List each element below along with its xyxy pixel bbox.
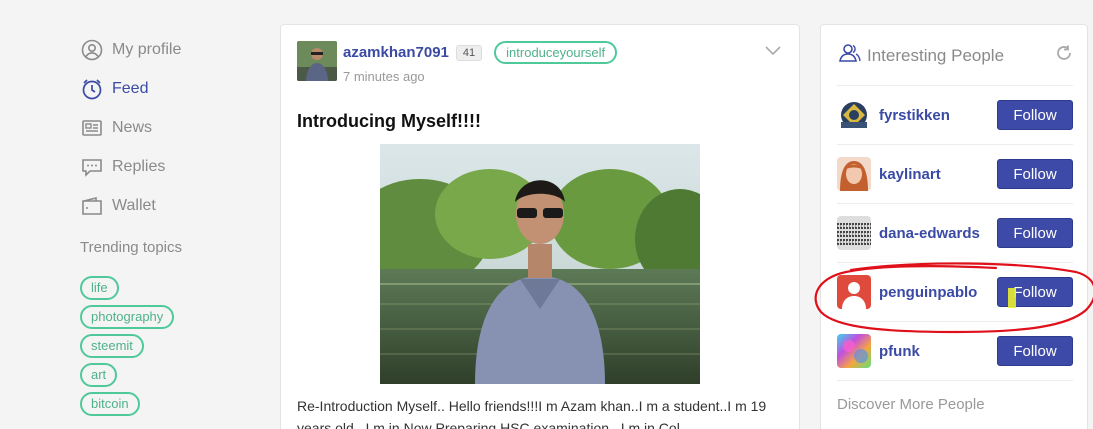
left-nav: My profile Feed News Replies Wallet Tren… [80, 30, 260, 416]
nav-item-feed[interactable]: Feed [80, 69, 260, 108]
trending-tags: life photography steemit art bitcoin [80, 276, 260, 416]
post-body: Re-Introduction Myself.. Hello friends!!… [297, 398, 767, 429]
divider [837, 144, 1073, 145]
tag-link[interactable]: steemit [80, 334, 144, 358]
avatar[interactable] [837, 216, 871, 250]
person-name[interactable]: dana-edwards [879, 225, 980, 242]
person-name[interactable]: kaylinart [879, 166, 941, 183]
avatar[interactable] [837, 157, 871, 191]
newspaper-icon [80, 116, 104, 140]
refresh-icon[interactable] [1055, 44, 1073, 67]
interesting-people-panel: Interesting People fyrstikken Follow kay… [820, 24, 1088, 429]
post-header: azamkhan7091 41 introduceyourself 7 minu… [297, 41, 618, 84]
wallet-icon [80, 194, 104, 218]
avatar[interactable] [837, 98, 871, 132]
tag-link[interactable]: life [80, 276, 119, 300]
trending-topics-heading: Trending topics [80, 239, 182, 256]
person-row: pfunk Follow [837, 331, 1073, 371]
person-row: dana-edwards Follow [837, 213, 1073, 253]
nav-label: My profile [112, 40, 182, 58]
person-row: penguinpablo Follow [837, 272, 1073, 312]
nav-label: Wallet [112, 196, 156, 214]
post-meta: azamkhan7091 41 introduceyourself 7 minu… [343, 41, 618, 84]
nav-label: Feed [112, 79, 149, 97]
clock-icon [80, 77, 104, 101]
nav-item-wallet[interactable]: Wallet [80, 186, 260, 225]
chat-bubble-icon [80, 155, 104, 179]
divider [837, 85, 1073, 86]
tag-link[interactable]: photography [80, 305, 175, 329]
divider [837, 203, 1073, 204]
avatar[interactable] [837, 334, 871, 368]
divider [837, 380, 1073, 381]
post-time: 7 minutes ago [343, 69, 425, 84]
follow-button[interactable]: Follow [997, 336, 1073, 366]
person-row: fyrstikken Follow [837, 95, 1073, 135]
person-name[interactable]: pfunk [879, 343, 920, 360]
panel-title: Interesting People [867, 45, 1005, 65]
nav-item-news[interactable]: News [80, 108, 260, 147]
page: My profile Feed News Replies Wallet Tren… [0, 0, 1093, 429]
reputation-badge: 41 [455, 44, 483, 61]
divider [837, 321, 1073, 322]
tag-link[interactable]: art [80, 363, 118, 387]
person-row: kaylinart Follow [837, 154, 1073, 194]
divider [837, 262, 1073, 263]
author-name[interactable]: azamkhan7091 [343, 44, 449, 61]
nav-item-replies[interactable]: Replies [80, 147, 260, 186]
follow-button[interactable]: Follow [997, 100, 1073, 130]
discover-more-link[interactable]: Discover More People [837, 396, 985, 413]
author-avatar[interactable] [297, 41, 337, 81]
person-name[interactable]: fyrstikken [879, 107, 950, 124]
people-icon [839, 43, 861, 68]
nav-label: Replies [112, 157, 166, 175]
chevron-down-icon[interactable] [765, 43, 781, 61]
nav-label: News [112, 118, 153, 136]
avatar[interactable] [837, 275, 871, 309]
follow-button[interactable]: Follow [997, 218, 1073, 248]
post-tag[interactable]: introduceyourself [494, 41, 618, 64]
post-image[interactable] [380, 144, 700, 384]
nav-item-my-profile[interactable]: My profile [80, 30, 260, 69]
person-name[interactable]: penguinpablo [879, 284, 977, 301]
user-circle-icon [80, 38, 104, 62]
cursor-highlight [1008, 288, 1016, 308]
post-title[interactable]: Introducing Myself!!!! [297, 111, 481, 132]
follow-button[interactable]: Follow [997, 159, 1073, 189]
tag-link[interactable]: bitcoin [80, 392, 140, 416]
panel-header: Interesting People [839, 43, 1073, 68]
post-card: azamkhan7091 41 introduceyourself 7 minu… [280, 24, 800, 429]
